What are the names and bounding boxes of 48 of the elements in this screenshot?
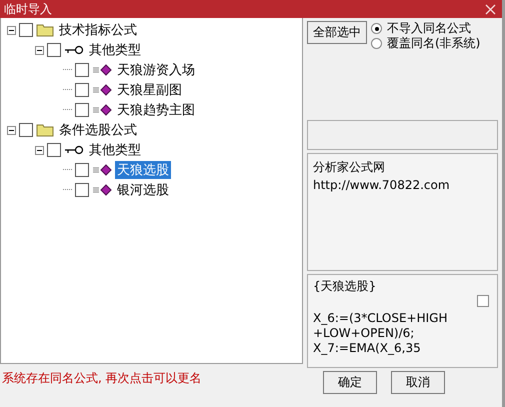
- collapse-icon[interactable]: [7, 26, 16, 34]
- radio-label: 不导入同名公式: [387, 20, 471, 36]
- tree-item[interactable]: 天狼游资入场: [115, 61, 197, 79]
- checkbox[interactable]: [75, 103, 89, 117]
- tree-item[interactable]: 其他类型: [87, 141, 143, 159]
- radio-label: 覆盖同名(非系统): [387, 35, 480, 52]
- info-text: 分析家公式网: [313, 159, 386, 176]
- radio-button[interactable]: [371, 23, 382, 34]
- formula-icon: [92, 184, 112, 196]
- tree-item[interactable]: 天狼星副图: [115, 81, 184, 99]
- collapse-icon[interactable]: [7, 126, 16, 134]
- checkbox[interactable]: [47, 43, 61, 57]
- checkbox[interactable]: [19, 23, 33, 37]
- tree-item[interactable]: 天狼选股: [115, 161, 171, 179]
- tree-item[interactable]: 银河选股: [115, 181, 171, 199]
- key-icon: [64, 145, 84, 155]
- formula-line: +LOW+OPEN)/6;: [313, 326, 416, 341]
- checkbox[interactable]: [75, 183, 89, 197]
- folder-icon: [36, 123, 54, 137]
- checkbox[interactable]: [47, 143, 61, 157]
- select-all-button[interactable]: 全部选中: [307, 21, 367, 44]
- tree-item[interactable]: 其他类型: [87, 41, 143, 59]
- dialog-button[interactable]: 取消: [391, 371, 445, 394]
- checkbox[interactable]: [19, 123, 33, 137]
- info-text: http://www.70822.com: [313, 177, 451, 194]
- checkbox[interactable]: [75, 163, 89, 177]
- formula-icon: [92, 64, 112, 76]
- formula-line: X_6:=(3*CLOSE+HIGH: [313, 311, 448, 326]
- collapse-icon[interactable]: [35, 46, 44, 54]
- folder-icon: [36, 23, 54, 37]
- tree-item[interactable]: 条件选股公式: [57, 121, 139, 139]
- formula-icon: [92, 164, 112, 176]
- tree-item[interactable]: 天狼趋势主图: [115, 101, 197, 119]
- checkbox[interactable]: [75, 63, 89, 77]
- close-icon[interactable]: [485, 4, 496, 14]
- radio-button[interactable]: [371, 38, 382, 49]
- tree-item[interactable]: 技术指标公式: [57, 21, 139, 39]
- dialog-button[interactable]: 确定: [323, 371, 377, 394]
- formula-icon: [92, 104, 112, 116]
- checkbox[interactable]: [477, 295, 489, 307]
- checkbox[interactable]: [75, 83, 89, 97]
- key-icon: [64, 45, 84, 55]
- formula-line: X_7:=EMA(X_6,35: [313, 341, 422, 356]
- formula-title: {天狼选股}: [313, 278, 378, 295]
- status-message: 系统存在同名公式, 再次点击可以更名: [1, 370, 203, 387]
- collapse-icon[interactable]: [35, 146, 44, 154]
- formula-icon: [92, 84, 112, 96]
- window-title: 临时导入: [4, 0, 52, 18]
